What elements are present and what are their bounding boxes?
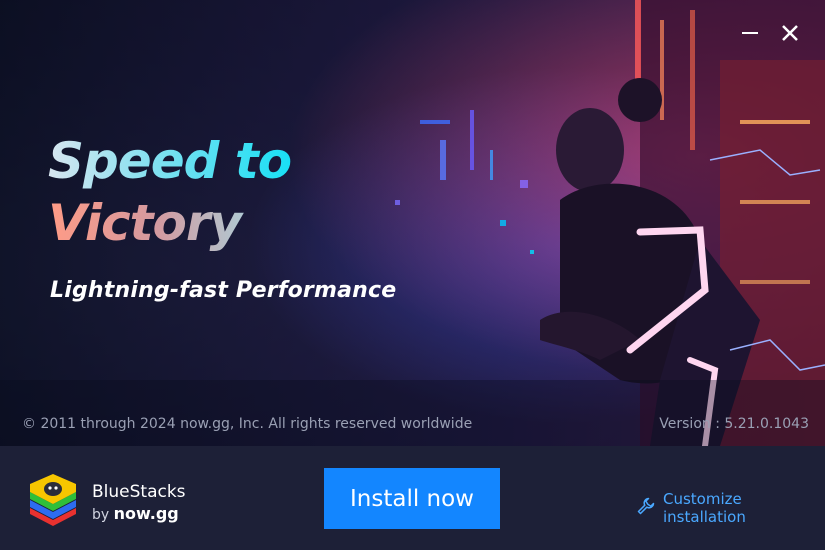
- wrench-icon: [637, 497, 655, 519]
- headline-line-1: Speed to: [48, 132, 292, 190]
- minimize-icon[interactable]: [739, 22, 761, 44]
- hero-headline: Speed to Victory: [48, 130, 292, 254]
- install-now-button[interactable]: Install now: [324, 468, 500, 529]
- customize-label: Customize installation: [663, 490, 746, 526]
- window-controls: [739, 22, 801, 44]
- brand-name: BlueStacks: [92, 482, 186, 502]
- copyright-text: © 2011 through 2024 now.gg, Inc. All rig…: [22, 416, 473, 432]
- version-text: Version : 5.21.0.1043: [659, 416, 809, 432]
- hero-banner: Speed to Victory Lightning-fast Performa…: [0, 0, 825, 446]
- customize-installation-link[interactable]: Customize installation: [637, 490, 825, 526]
- brand-by-text: by: [92, 507, 110, 523]
- hero-subtitle: Lightning-fast Performance: [50, 278, 397, 303]
- installer-footer: BlueStacks by now.gg Install now Customi…: [0, 446, 825, 550]
- brand-byline: by now.gg: [92, 504, 179, 523]
- bluestacks-logo-icon: [26, 474, 80, 526]
- installer-window: Speed to Victory Lightning-fast Performa…: [0, 0, 825, 550]
- headline-line-2: Victory: [48, 192, 291, 254]
- brand-company: now.gg: [113, 504, 179, 523]
- close-icon[interactable]: [779, 22, 801, 44]
